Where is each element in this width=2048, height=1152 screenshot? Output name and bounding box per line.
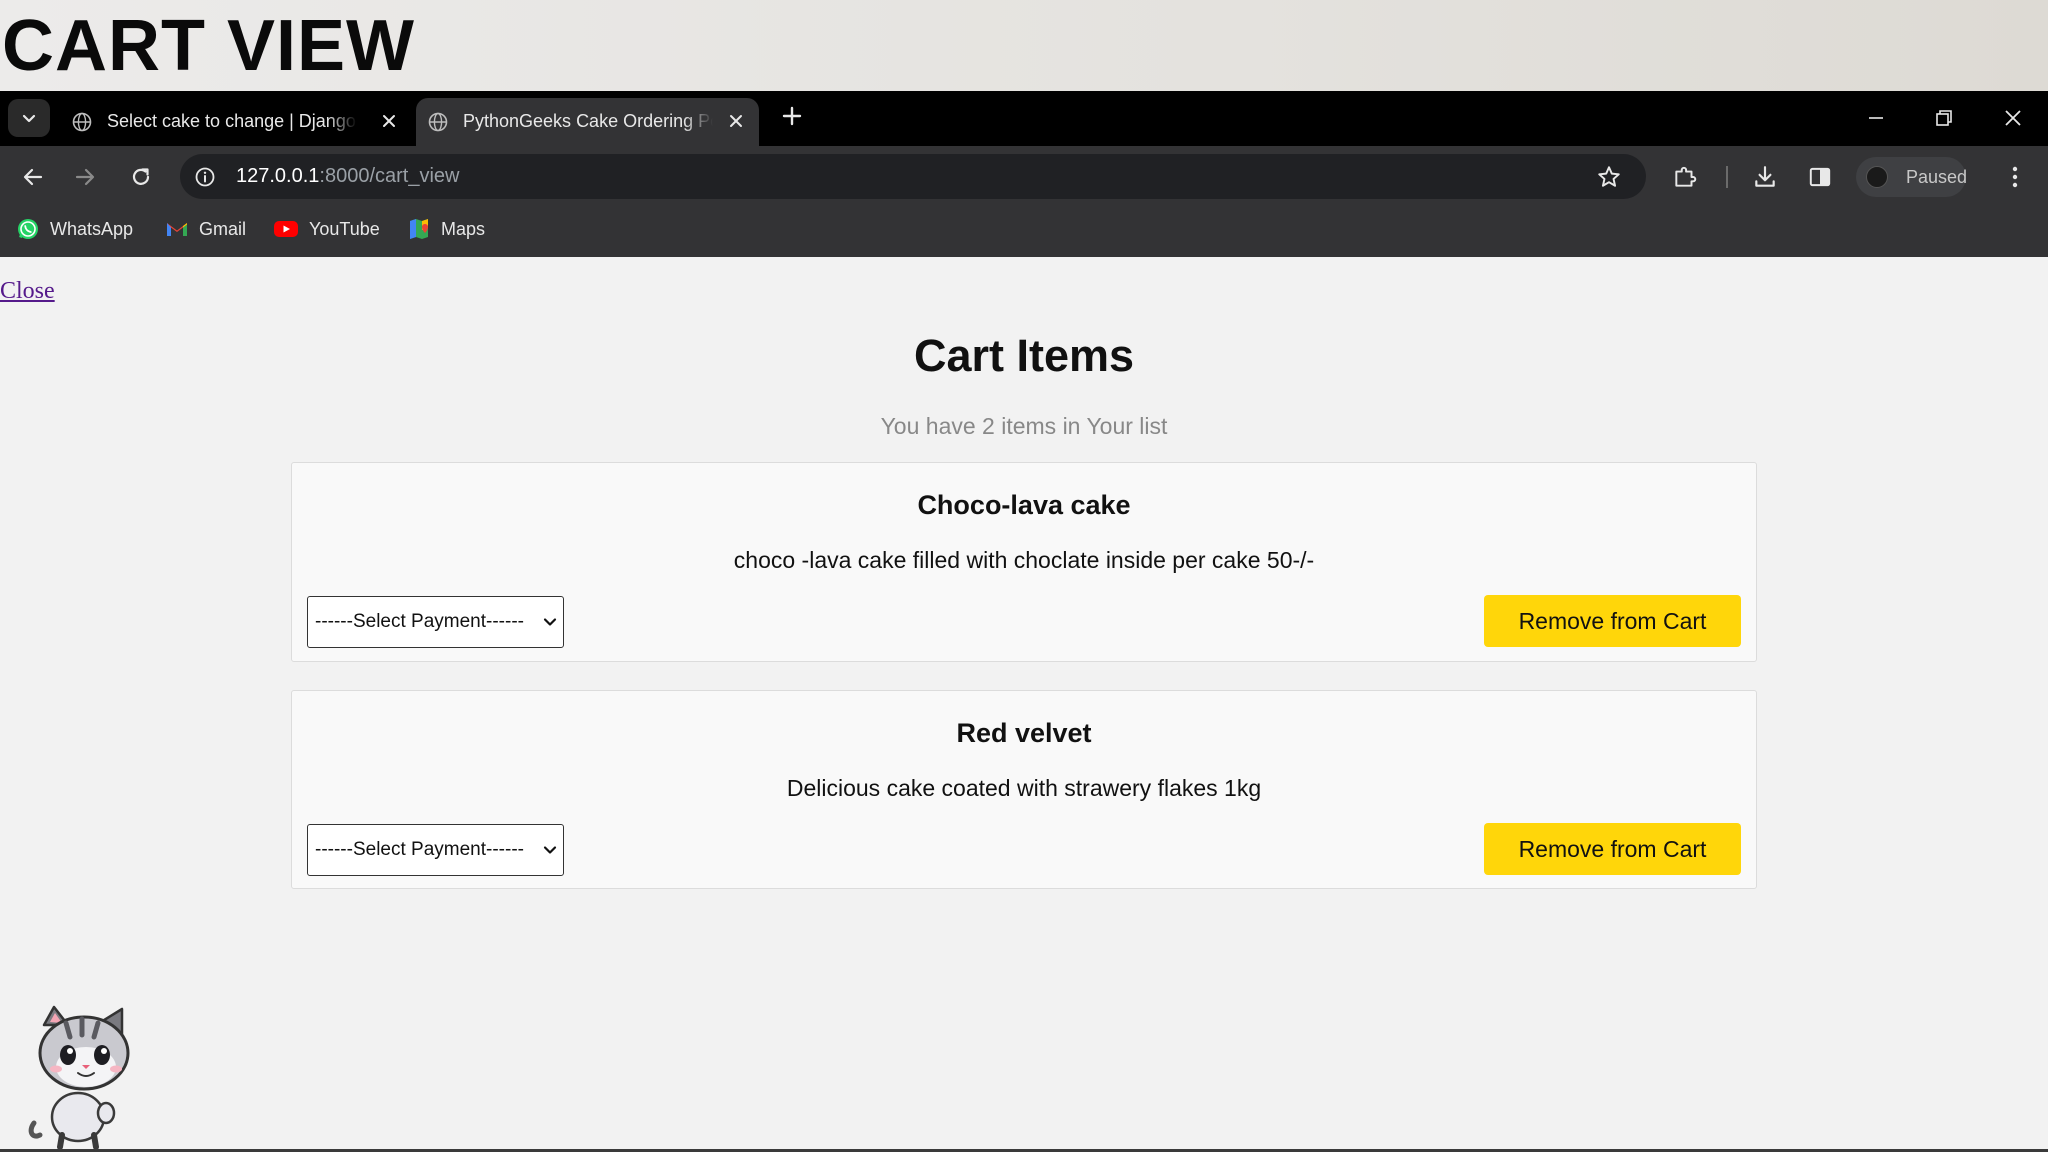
bookmark-label: WhatsApp: [50, 218, 134, 239]
item-name: Red velvet: [956, 718, 1092, 748]
chevron-down-icon: [543, 846, 557, 854]
bookmark-star-icon[interactable]: [1596, 164, 1622, 190]
video-banner: CART VIEW: [0, 0, 2048, 91]
side-panel-icon[interactable]: [1807, 164, 1833, 190]
bookmark-label: Maps: [441, 218, 486, 239]
site-info-icon[interactable]: [193, 165, 217, 189]
back-arrow-icon[interactable]: [21, 165, 45, 189]
maps-icon: [410, 219, 428, 239]
page-title: Cart Items: [913, 330, 1135, 381]
bookmark-label: YouTube: [309, 218, 380, 239]
url-host: 127.0.0.1: [236, 165, 320, 187]
tab-label: Select cake to change | Django: [107, 111, 356, 131]
close-icon[interactable]: [380, 112, 398, 130]
toolbar-separator: [1726, 166, 1728, 188]
payment-select-value: ------Select Payment------: [315, 839, 524, 860]
tab-search-button[interactable]: [8, 99, 50, 137]
window-close-icon[interactable]: [2001, 106, 2025, 130]
close-link[interactable]: Close: [0, 278, 55, 305]
payment-select[interactable]: ------Select Payment------: [307, 824, 564, 876]
remove-from-cart-button[interactable]: Remove from Cart: [1484, 823, 1741, 875]
minimize-icon[interactable]: [1864, 106, 1888, 130]
bookmark-gmail[interactable]: Gmail: [165, 216, 246, 242]
chevron-down-icon: [22, 114, 36, 123]
avatar: [1866, 166, 1888, 188]
more-menu-icon[interactable]: [2005, 164, 2025, 190]
cart-item-card: Choco-lava cake choco -lava cake filled …: [291, 462, 1757, 662]
download-icon[interactable]: [1752, 164, 1778, 190]
cart-count-text: You have 2 items in Your list: [880, 413, 1168, 439]
chevron-down-icon: [543, 618, 557, 626]
extensions-icon[interactable]: [1672, 164, 1698, 190]
gmail-icon: [167, 223, 187, 236]
bookmark-label: Gmail: [199, 218, 247, 239]
url-text[interactable]: 127.0.0.1:8000/cart_view: [236, 165, 460, 188]
tab-django-admin[interactable]: Select cake to change | Django: [60, 98, 412, 146]
item-name: Choco-lava cake: [917, 490, 1131, 520]
globe-icon: [72, 112, 92, 132]
item-description: choco -lava cake filled with choclate in…: [733, 547, 1315, 573]
bookmark-youtube[interactable]: YouTube: [273, 216, 380, 242]
tab-cake-portal[interactable]: PythonGeeks Cake Ordering Portal: [416, 98, 759, 146]
profile-paused-chip[interactable]: Paused: [1856, 157, 1968, 197]
restore-icon[interactable]: [1932, 106, 1956, 130]
bookmark-whatsapp[interactable]: WhatsApp: [16, 216, 133, 242]
bookmark-maps[interactable]: Maps: [407, 216, 485, 242]
new-tab-icon[interactable]: [780, 104, 804, 128]
close-icon[interactable]: [727, 112, 745, 130]
profile-status-label: Paused: [1906, 167, 1968, 187]
cart-item-card: Red velvet Delicious cake coated with st…: [291, 690, 1757, 889]
reload-icon[interactable]: [129, 165, 153, 189]
remove-from-cart-button[interactable]: Remove from Cart: [1484, 595, 1741, 647]
tab-strip: Select cake to change | Django PythonGee…: [0, 91, 2048, 146]
tab-label: PythonGeeks Cake Ordering Portal: [463, 111, 713, 131]
payment-select[interactable]: ------Select Payment------: [307, 596, 564, 648]
globe-icon: [428, 112, 448, 132]
cat-mascot-icon: [28, 1005, 130, 1150]
payment-select-value: ------Select Payment------: [315, 611, 524, 632]
youtube-icon: [274, 221, 298, 237]
forward-arrow-icon[interactable]: [73, 165, 97, 189]
banner-title: CART VIEW: [2, 6, 415, 86]
url-path: :8000/cart_view: [319, 165, 460, 187]
item-description: Delicious cake coated with strawery flak…: [786, 775, 1262, 801]
whatsapp-icon: [18, 219, 38, 239]
